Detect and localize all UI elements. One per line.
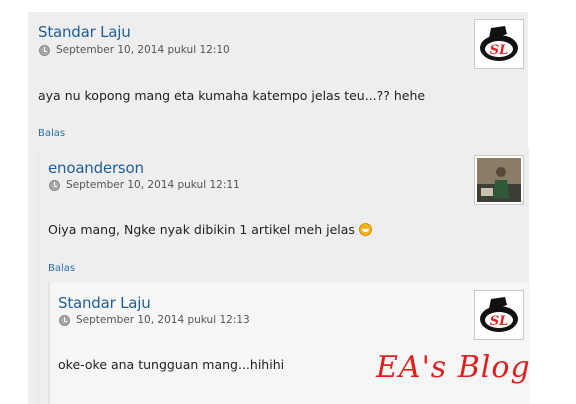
comment-meta: September 10, 2014 pukul 12:13 — [59, 314, 250, 326]
comment-date[interactable]: September 10, 2014 pukul 12:10 — [56, 44, 230, 56]
comment-date[interactable]: September 10, 2014 pukul 12:13 — [76, 314, 250, 326]
comment-text: oke-oke ana tungguan mang...hihihi — [58, 357, 285, 372]
comment-date[interactable]: September 10, 2014 pukul 12:11 — [66, 179, 240, 191]
clock-icon — [39, 44, 50, 56]
biker-logo-icon: SL — [477, 293, 521, 337]
avatar: SL — [474, 290, 524, 340]
reply-link[interactable]: Balas — [38, 128, 65, 139]
comment-text: Oiya mang, Ngke nyak dibikin 1 artikel m… — [48, 222, 355, 237]
svg-text:SL: SL — [490, 43, 509, 58]
avatar — [474, 155, 524, 205]
comment-author[interactable]: Standar Laju — [58, 294, 151, 312]
svg-text:SL: SL — [490, 314, 509, 329]
avatar: SL — [474, 19, 524, 69]
comment-text-row: Oiya mang, Ngke nyak dibikin 1 artikel m… — [48, 222, 372, 237]
comment-author[interactable]: Standar Laju — [38, 23, 131, 41]
clock-icon — [59, 314, 70, 326]
smiley-icon — [358, 223, 372, 236]
biker-logo-icon: SL — [477, 22, 521, 66]
profile-photo — [477, 158, 521, 202]
comment-meta: September 10, 2014 pukul 12:10 — [39, 44, 230, 56]
reply-link[interactable]: Balas — [48, 263, 75, 274]
blog-watermark: EA's Blog — [376, 350, 531, 385]
comment-text: aya nu kopong mang eta kumaha katempo je… — [38, 88, 426, 103]
comment-meta: September 10, 2014 pukul 12:11 — [49, 179, 240, 191]
comment-author[interactable]: enoanderson — [48, 159, 144, 177]
clock-icon — [49, 179, 60, 191]
